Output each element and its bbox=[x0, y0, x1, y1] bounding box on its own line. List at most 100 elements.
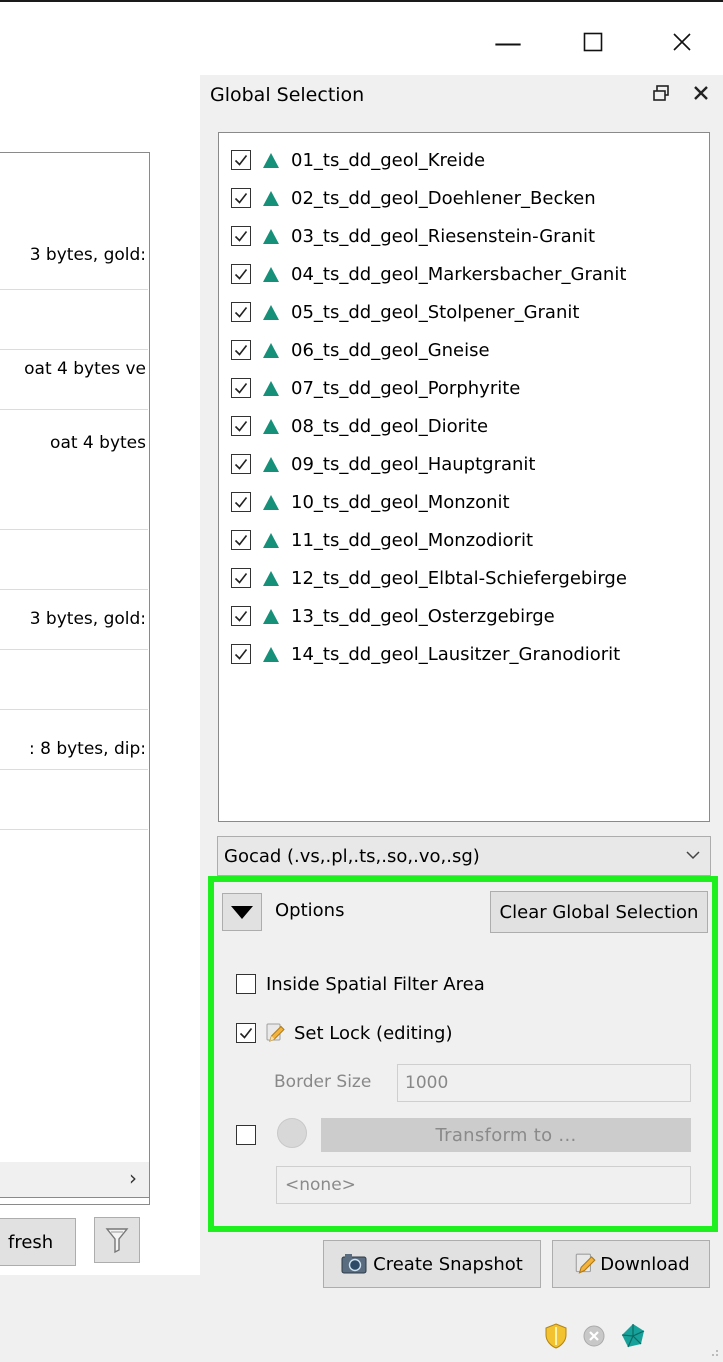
list-item[interactable]: 3 bytes, gold: bbox=[0, 245, 148, 265]
surface-triangle-icon bbox=[263, 494, 279, 510]
selection-item-checkbox[interactable] bbox=[231, 378, 251, 398]
selection-item-checkbox[interactable] bbox=[231, 568, 251, 588]
list-item[interactable]: 3 bytes, gold: bbox=[0, 609, 148, 629]
selection-item-label: 01_ts_dd_geol_Kreide bbox=[291, 149, 486, 171]
surface-triangle-icon bbox=[263, 228, 279, 244]
transform-checkbox[interactable] bbox=[236, 1125, 256, 1145]
minimize-button[interactable]: — bbox=[480, 20, 536, 64]
horizontal-scrollbar[interactable]: › bbox=[0, 1162, 150, 1198]
selection-item-label: 04_ts_dd_geol_Markersbacher_Granit bbox=[291, 263, 627, 285]
row-divider bbox=[0, 409, 148, 410]
transform-checkbox-row[interactable] bbox=[236, 1120, 256, 1150]
download-label: Download bbox=[600, 1253, 690, 1275]
list-item[interactable]: oat 4 bytes ve bbox=[0, 359, 148, 379]
export-format-select[interactable]: Gocad (.vs,.pl,.ts,.so,.vo,.sg) bbox=[217, 836, 711, 876]
selection-item[interactable]: 07_ts_dd_geol_Porphyrite bbox=[231, 371, 520, 405]
inside-spatial-filter-checkbox[interactable] bbox=[236, 974, 256, 994]
maximize-icon bbox=[583, 32, 603, 52]
selection-item[interactable]: 13_ts_dd_geol_Osterzgebirge bbox=[231, 599, 555, 633]
selection-item-label: 14_ts_dd_geol_Lausitzer_Granodiorit bbox=[291, 643, 621, 665]
surface-triangle-icon bbox=[263, 190, 279, 206]
inside-spatial-filter-label: Inside Spatial Filter Area bbox=[266, 973, 485, 995]
set-lock-checkbox[interactable] bbox=[236, 1023, 256, 1043]
selection-item[interactable]: 12_ts_dd_geol_Elbtal-Schiefergebirge bbox=[231, 561, 627, 595]
selection-item-checkbox[interactable] bbox=[231, 644, 251, 664]
scroll-right-icon[interactable]: › bbox=[129, 1166, 137, 1190]
close-dock-icon[interactable] bbox=[693, 82, 709, 106]
selection-item[interactable]: 08_ts_dd_geol_Diorite bbox=[231, 409, 488, 443]
selection-item[interactable]: 11_ts_dd_geol_Monzodiorit bbox=[231, 523, 533, 557]
list-item[interactable]: : 8 bytes, dip: bbox=[0, 739, 148, 759]
selection-item[interactable]: 09_ts_dd_geol_Hauptgranit bbox=[231, 447, 536, 481]
globe-icon bbox=[277, 1118, 307, 1148]
selection-item[interactable]: 10_ts_dd_geol_Monzonit bbox=[231, 485, 510, 519]
selection-item-label: 06_ts_dd_geol_Gneise bbox=[291, 339, 490, 361]
row-divider bbox=[0, 829, 148, 830]
border-size-value: 1000 bbox=[405, 1073, 449, 1093]
close-window-button[interactable] bbox=[654, 20, 710, 64]
window-titlebar: — bbox=[0, 0, 723, 75]
surface-triangle-icon bbox=[263, 608, 279, 624]
selection-item[interactable]: 04_ts_dd_geol_Markersbacher_Granit bbox=[231, 257, 626, 291]
selection-item[interactable]: 03_ts_dd_geol_Riesenstein-Granit bbox=[231, 219, 595, 253]
list-item[interactable]: oat 4 bytes bbox=[0, 433, 148, 453]
selection-item-checkbox[interactable] bbox=[231, 150, 251, 170]
crs-field[interactable]: <none> bbox=[276, 1166, 691, 1204]
filter-button[interactable] bbox=[94, 1217, 140, 1263]
selection-item-checkbox[interactable] bbox=[231, 188, 251, 208]
selection-item[interactable]: 14_ts_dd_geol_Lausitzer_Granodiorit bbox=[231, 637, 620, 671]
selection-item-checkbox[interactable] bbox=[231, 264, 251, 284]
selection-item-checkbox[interactable] bbox=[231, 492, 251, 512]
surface-triangle-icon bbox=[263, 304, 279, 320]
clear-global-selection-button[interactable]: Clear Global Selection bbox=[490, 891, 708, 933]
set-lock-row[interactable]: Set Lock (editing) bbox=[236, 1018, 452, 1048]
selection-item-checkbox[interactable] bbox=[231, 340, 251, 360]
shield-icon[interactable] bbox=[543, 1322, 569, 1350]
selection-item-checkbox[interactable] bbox=[231, 416, 251, 436]
download-button[interactable]: Download bbox=[552, 1240, 710, 1288]
surface-triangle-icon bbox=[263, 380, 279, 396]
options-label: Options bbox=[275, 900, 345, 921]
network-icon[interactable] bbox=[620, 1322, 646, 1350]
border-size-label: Border Size bbox=[274, 1072, 372, 1092]
selection-item[interactable]: 05_ts_dd_geol_Stolpener_Granit bbox=[231, 295, 579, 329]
surface-triangle-icon bbox=[263, 532, 279, 548]
chevron-down-icon bbox=[686, 845, 700, 864]
create-snapshot-label: Create Snapshot bbox=[373, 1253, 523, 1275]
row-divider bbox=[0, 589, 148, 590]
options-toggle-button[interactable] bbox=[222, 893, 262, 931]
selection-item-checkbox[interactable] bbox=[231, 302, 251, 322]
dock-title: Global Selection bbox=[210, 84, 365, 106]
selection-item-label: 03_ts_dd_geol_Riesenstein-Granit bbox=[291, 225, 596, 247]
inside-spatial-filter-row[interactable]: Inside Spatial Filter Area bbox=[236, 969, 485, 999]
selection-item[interactable]: 01_ts_dd_geol_Kreide bbox=[231, 143, 485, 177]
selection-item-checkbox[interactable] bbox=[231, 530, 251, 550]
border-size-input[interactable]: 1000 bbox=[397, 1064, 691, 1102]
selection-item[interactable]: 02_ts_dd_geol_Doehlener_Becken bbox=[231, 181, 596, 215]
refresh-button[interactable]: fresh bbox=[0, 1218, 76, 1266]
selection-item-checkbox[interactable] bbox=[231, 454, 251, 474]
close-icon bbox=[694, 86, 708, 100]
selection-item-checkbox[interactable] bbox=[231, 606, 251, 626]
selection-item-checkbox[interactable] bbox=[231, 226, 251, 246]
selection-item-label: 07_ts_dd_geol_Porphyrite bbox=[291, 377, 521, 399]
funnel-icon bbox=[105, 1228, 129, 1254]
selection-item-label: 02_ts_dd_geol_Doehlener_Becken bbox=[291, 187, 596, 209]
surface-triangle-icon bbox=[263, 266, 279, 282]
selection-item-label: 13_ts_dd_geol_Osterzgebirge bbox=[291, 605, 555, 627]
camera-icon bbox=[341, 1254, 367, 1274]
global-selection-list[interactable]: 01_ts_dd_geol_Kreide 02_ts_dd_geol_Doehle… bbox=[218, 132, 710, 822]
selection-item-label: 05_ts_dd_geol_Stolpener_Granit bbox=[291, 301, 580, 323]
float-dock-icon[interactable] bbox=[652, 84, 670, 107]
title-divider bbox=[0, 0, 270, 2]
transform-label: Transform to ... bbox=[435, 1124, 577, 1146]
close-icon bbox=[673, 33, 691, 51]
resize-grip-icon[interactable] bbox=[705, 1342, 719, 1356]
cancel-icon[interactable] bbox=[581, 1322, 607, 1350]
transform-to-button[interactable]: Transform to ... bbox=[321, 1118, 691, 1152]
create-snapshot-button[interactable]: Create Snapshot bbox=[323, 1240, 541, 1288]
surface-triangle-icon bbox=[263, 646, 279, 662]
layer-info-list[interactable]: 3 bytes, gold: oat 4 bytes ve oat 4 byte… bbox=[0, 152, 150, 1205]
maximize-button[interactable] bbox=[565, 20, 621, 64]
selection-item[interactable]: 06_ts_dd_geol_Gneise bbox=[231, 333, 490, 367]
